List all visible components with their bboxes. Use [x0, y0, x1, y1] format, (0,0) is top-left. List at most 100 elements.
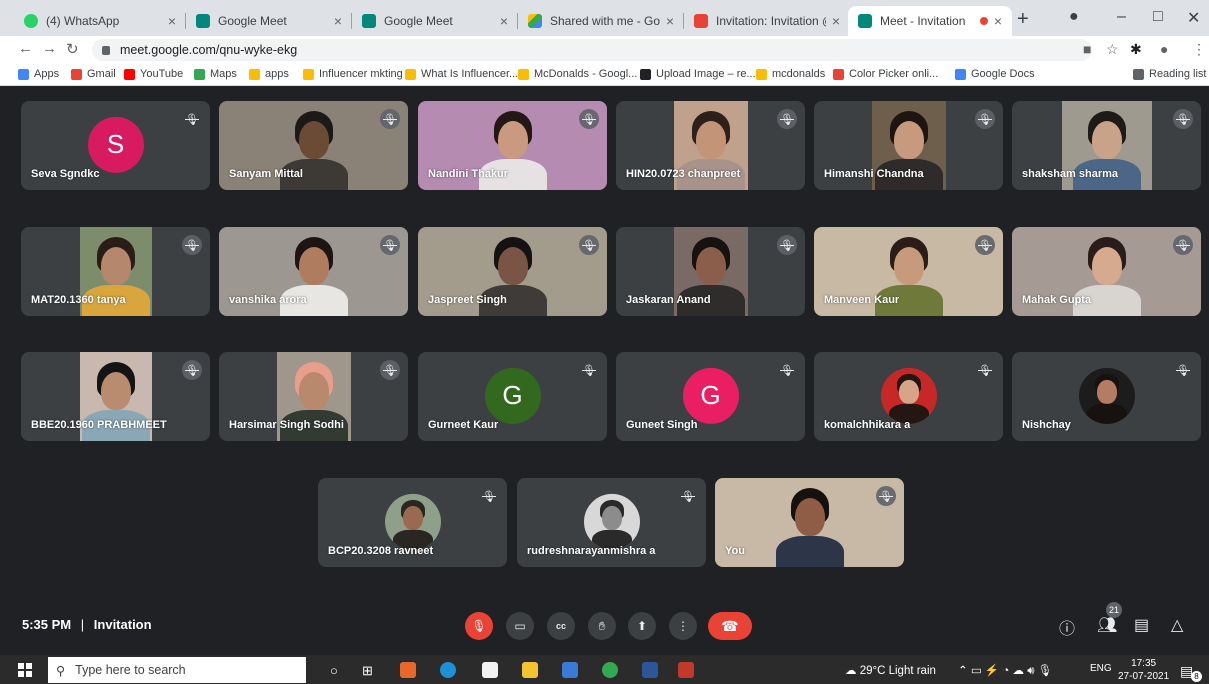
people-icon[interactable]: 👥︎ — [1097, 615, 1117, 635]
browser-menu-icon[interactable]: ⋮ — [1192, 41, 1206, 58]
participant-tile[interactable]: G 🎙︎ Guneet Singh — [616, 352, 805, 441]
leave-call-button[interactable]: ☎︎ — [708, 612, 752, 640]
forward-arrow-icon[interactable]: → — [42, 40, 57, 57]
bookmark-label: Google Docs — [971, 68, 1035, 80]
mail-icon[interactable] — [562, 662, 578, 678]
bookmark-maps[interactable]: Maps — [194, 68, 237, 80]
edge-icon[interactable] — [440, 662, 456, 678]
bookmark-youtube[interactable]: YouTube — [124, 68, 183, 80]
participant-tile[interactable]: 🎙︎ Nandini Thakur — [418, 101, 607, 190]
close-tab-icon[interactable]: × — [666, 13, 674, 29]
cortana-icon[interactable]: ○ — [330, 663, 338, 678]
bookmark-what-is-influencer[interactable]: What Is Influencer... — [405, 68, 518, 80]
meeting-info-icon[interactable]: ⓘ — [1059, 615, 1075, 639]
participant-tile[interactable]: G 🎙︎ Gurneet Kaur — [418, 352, 607, 441]
maximize-icon[interactable]: □ — [1153, 8, 1163, 26]
language-indicator[interactable]: ENG — [1090, 663, 1112, 674]
bookmark-folder-apps[interactable]: apps — [249, 68, 289, 80]
tab-search-icon[interactable]: ● — [1069, 8, 1079, 26]
word-icon[interactable] — [642, 662, 658, 678]
minimize-icon[interactable]: – — [1117, 8, 1126, 26]
tab-label: Shared with me - Google D — [550, 14, 660, 28]
tab-whatsapp[interactable]: (4) WhatsApp × — [14, 6, 186, 36]
participant-tile[interactable]: 🎙︎ komalchhikara a — [814, 352, 1003, 441]
participant-tile[interactable]: 🎙︎ Manveen Kaur — [814, 227, 1003, 316]
participant-tile[interactable]: 🎙︎ shaksham sharma — [1012, 101, 1201, 190]
tab-meet-invitation[interactable]: Meet - Invitation × — [848, 6, 1012, 36]
taskbar-search[interactable]: ⚲ Type here to search — [48, 657, 306, 683]
bookmark-mcdonalds-google[interactable]: McDonalds - Googl... — [518, 68, 637, 80]
chat-icon[interactable]: ▤ — [1134, 615, 1149, 635]
participant-tile[interactable]: 🎙︎ You — [715, 478, 904, 567]
reading-list-label: Reading list — [1149, 68, 1207, 80]
address-bar[interactable]: meet.google.com/qnu-wyke-ekg — [92, 39, 1092, 61]
present-now-button[interactable]: ⬆ — [628, 612, 656, 640]
tab-google-meet-2[interactable]: Google Meet × — [352, 6, 518, 36]
mcafee-icon[interactable] — [678, 662, 694, 678]
bookmark-gmail[interactable]: Gmail — [71, 68, 116, 80]
tab-gmail-invitation[interactable]: Invitation: Invitation @ Tue × — [684, 6, 850, 36]
participant-tile[interactable]: 🎙︎ BCP20.3208 ravneet — [318, 478, 507, 567]
participant-tile[interactable]: S 🎙︎ Seva Sgndkc — [21, 101, 210, 190]
store-icon[interactable] — [482, 662, 498, 678]
participant-tile[interactable]: 🎙︎ Jaspreet Singh — [418, 227, 607, 316]
close-tab-icon[interactable]: × — [168, 13, 176, 29]
tab-google-drive[interactable]: Shared with me - Google D × — [518, 6, 684, 36]
file-explorer-icon[interactable] — [522, 662, 538, 678]
camera-button[interactable]: ▭ — [506, 612, 534, 640]
participant-tile[interactable]: 🎙︎ HIN20.0723 chanpreet — [616, 101, 805, 190]
url-text: meet.google.com/qnu-wyke-ekg — [120, 43, 298, 57]
apps-grid-icon — [18, 68, 29, 80]
profile-avatar[interactable]: ● — [1160, 41, 1168, 57]
captions-button[interactable]: cc — [547, 612, 575, 640]
reading-list-icon — [1133, 68, 1144, 80]
bookmark-influencer-mkting[interactable]: Influencer mkting — [303, 68, 403, 80]
extensions-icon[interactable]: ✱ — [1130, 41, 1142, 58]
close-tab-icon[interactable]: × — [994, 13, 1002, 29]
reload-icon[interactable]: ↻ — [66, 40, 79, 58]
participant-tile[interactable]: 🎙︎ BBE20.1960 PRABHMEET — [21, 352, 210, 441]
mic-off-button[interactable]: 🎙︎ — [465, 612, 493, 640]
muted-mic-icon: 🎙︎ — [1173, 235, 1193, 255]
close-tab-icon[interactable]: × — [334, 13, 342, 29]
bookmark-color-picker[interactable]: Color Picker onli... — [833, 68, 938, 80]
muted-mic-icon: 🎙︎ — [182, 360, 202, 380]
office-icon[interactable] — [400, 662, 416, 678]
close-window-icon[interactable]: ✕ — [1187, 8, 1200, 28]
close-tab-icon[interactable]: × — [832, 13, 840, 29]
camera-in-use-icon[interactable]: ■ — [1083, 41, 1091, 57]
participant-tile[interactable]: 🎙︎ Sanyam Mittal — [219, 101, 408, 190]
participant-tile[interactable]: 🎙︎ MAT20.1360 tanya — [21, 227, 210, 316]
raise-hand-button[interactable]: ✋︎ — [588, 612, 616, 640]
new-tab-button[interactable]: + — [1017, 8, 1029, 31]
participant-tile[interactable]: 🎙︎ Jaskaran Anand — [616, 227, 805, 316]
participant-tile[interactable]: 🎙︎ Harsimar Singh Sodhi — [219, 352, 408, 441]
bookmark-google-docs[interactable]: Google Docs — [955, 68, 1035, 80]
bookmark-label: McDonalds - Googl... — [534, 68, 638, 80]
windows-start-icon[interactable] — [18, 663, 32, 677]
more-options-button[interactable]: ⋮ — [669, 612, 697, 640]
muted-mic-icon: 🎙︎ — [579, 235, 599, 255]
participant-name: Jaskaran Anand — [626, 294, 711, 306]
drive-icon — [528, 14, 542, 28]
participant-tile[interactable]: 🎙︎ Mahak Gupta — [1012, 227, 1201, 316]
system-tray-icons[interactable]: ⌃ ▭ ⚡ ◔ ☁ 🔊︎ 🎙︎ — [958, 663, 1052, 678]
close-tab-icon[interactable]: × — [500, 13, 508, 29]
participant-tile[interactable]: 🎙︎ Himanshi Chandna — [814, 101, 1003, 190]
bookmark-apps[interactable]: Apps — [18, 68, 59, 80]
participant-tile[interactable]: 🎙︎ Nishchay — [1012, 352, 1201, 441]
participant-tile[interactable]: 🎙︎ vanshika arora — [219, 227, 408, 316]
tab-google-meet-1[interactable]: Google Meet × — [186, 6, 352, 36]
participant-tile[interactable]: 🎙︎ rudreshnarayanmishra a — [517, 478, 706, 567]
back-arrow-icon[interactable]: ← — [18, 40, 33, 57]
taskbar-clock[interactable]: 17:35 27-07-2021 — [1118, 657, 1169, 683]
reading-list-button[interactable]: Reading list — [1133, 68, 1206, 80]
participant-name: Seva Sgndkc — [31, 168, 100, 180]
task-view-icon[interactable]: ⊞ — [362, 663, 373, 679]
bookmark-upload-image[interactable]: Upload Image – re... — [640, 68, 756, 80]
weather-widget[interactable]: ☁︎ 29°C Light rain — [845, 663, 936, 677]
bookmark-mcdonalds[interactable]: mcdonalds — [756, 68, 825, 80]
chrome-icon[interactable] — [602, 662, 618, 678]
bookmark-star-icon[interactable]: ☆ — [1106, 41, 1119, 58]
activities-icon[interactable]: △ — [1171, 615, 1183, 635]
